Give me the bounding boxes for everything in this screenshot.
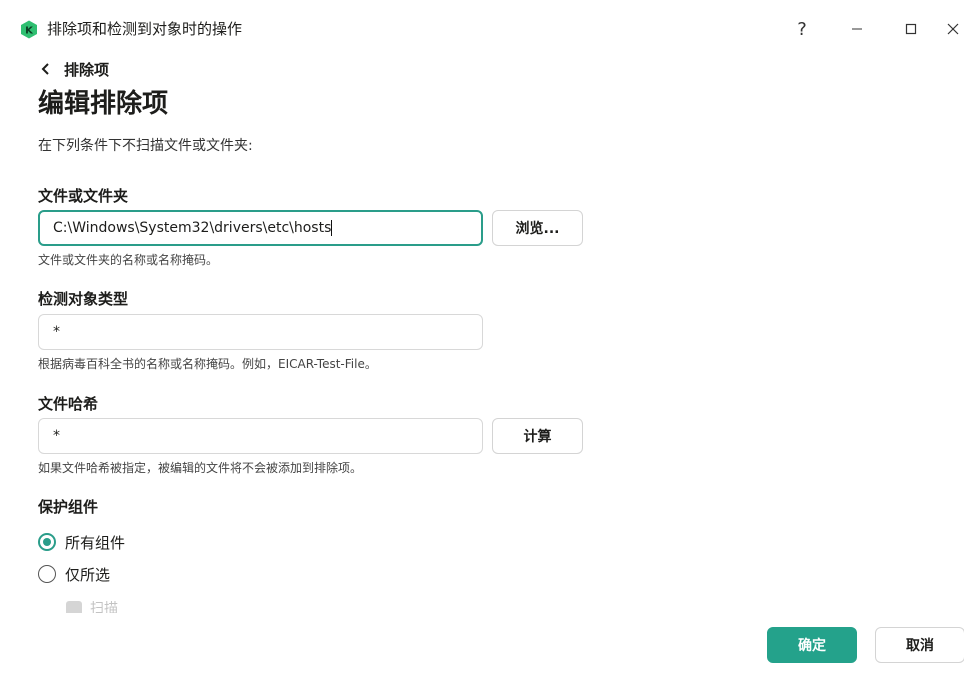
file-hint: 文件或文件夹的名称或名称掩码。 bbox=[38, 253, 219, 267]
page-description: 在下列条件下不扫描文件或文件夹: bbox=[38, 138, 253, 154]
protection-components-label: 保护组件 bbox=[38, 498, 99, 516]
checkbox-icon bbox=[66, 601, 82, 613]
minimize-icon bbox=[852, 28, 862, 30]
window-title: 排除项和检测到对象时的操作 bbox=[47, 20, 243, 38]
help-icon: ? bbox=[797, 18, 807, 40]
close-icon bbox=[947, 23, 959, 35]
cancel-button[interactable]: 取消 bbox=[875, 627, 964, 663]
calculate-button[interactable]: 计算 bbox=[492, 418, 583, 454]
radio-selected-only-label: 仅所选 bbox=[65, 565, 111, 584]
radio-checked-icon bbox=[38, 533, 56, 551]
maximize-button[interactable] bbox=[894, 12, 928, 46]
text-caret bbox=[331, 220, 333, 236]
object-type-hint: 根据病毒百科全书的名称或名称掩码。例如，EICAR-Test-File。 bbox=[38, 357, 377, 371]
title-bar: K 排除项和检测到对象时的操作 ? bbox=[0, 0, 964, 58]
radio-all-components-label: 所有组件 bbox=[65, 533, 126, 552]
back-link[interactable]: 排除项 bbox=[38, 57, 109, 81]
help-button[interactable]: ? bbox=[785, 12, 819, 46]
edge-mark bbox=[0, 100, 5, 110]
background-window-edge bbox=[0, 58, 8, 673]
file-hash-label: 文件哈希 bbox=[38, 395, 99, 413]
file-path-value: C:\Windows\System32\drivers\etc\hosts bbox=[53, 220, 332, 236]
radio-all-components[interactable]: 所有组件 bbox=[38, 531, 125, 553]
radio-selected-only[interactable]: 仅所选 bbox=[38, 563, 110, 585]
chevron-left-icon bbox=[38, 61, 54, 77]
close-button[interactable] bbox=[946, 12, 964, 46]
file-hash-hint: 如果文件哈希被指定，被编辑的文件将不会被添加到排除项。 bbox=[38, 461, 363, 475]
object-type-label: 检测对象类型 bbox=[38, 290, 129, 308]
edge-mark bbox=[0, 210, 5, 220]
radio-unchecked-icon bbox=[38, 565, 56, 583]
browse-button[interactable]: 浏览... bbox=[492, 210, 583, 246]
file-hash-value: * bbox=[53, 428, 60, 444]
file-path-input[interactable]: C:\Windows\System32\drivers\etc\hosts bbox=[38, 210, 483, 246]
svg-text:K: K bbox=[25, 26, 34, 37]
minimize-button[interactable] bbox=[840, 12, 874, 46]
kaspersky-logo-icon: K bbox=[21, 20, 37, 39]
file-hash-input[interactable]: * bbox=[38, 418, 483, 454]
page-title: 编辑排除项 bbox=[38, 89, 169, 119]
edge-mark bbox=[0, 446, 5, 456]
ok-button[interactable]: 确定 bbox=[767, 627, 857, 663]
maximize-icon bbox=[905, 23, 917, 35]
back-link-label: 排除项 bbox=[64, 60, 110, 79]
edge-mark bbox=[0, 280, 5, 290]
object-type-input[interactable]: * bbox=[38, 314, 483, 350]
file-section-label: 文件或文件夹 bbox=[38, 187, 129, 205]
object-type-value: * bbox=[53, 324, 60, 340]
component-checkbox-partial: 扫描 bbox=[66, 601, 118, 613]
component-checkbox-label: 扫描 bbox=[90, 601, 118, 613]
edge-mark bbox=[0, 188, 5, 198]
